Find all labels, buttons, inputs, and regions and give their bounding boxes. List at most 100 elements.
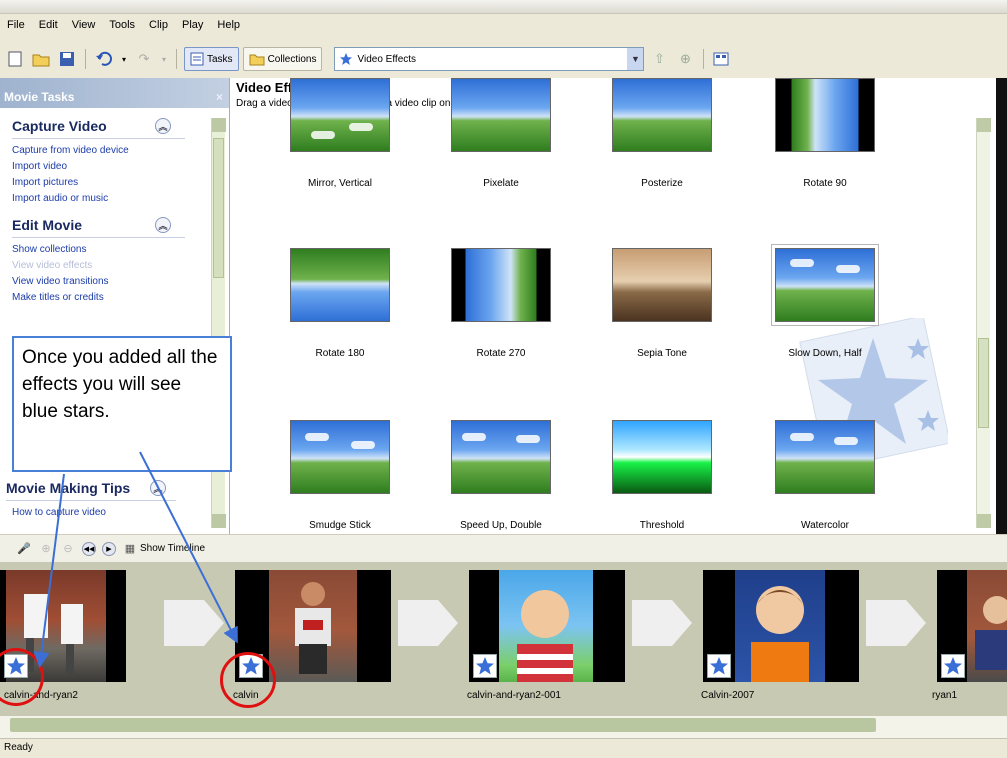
close-icon[interactable]: × bbox=[216, 90, 223, 104]
zoom-out-icon[interactable]: ⊖ bbox=[60, 541, 76, 557]
menu-tools[interactable]: Tools bbox=[102, 19, 142, 31]
save-project-icon[interactable] bbox=[56, 48, 78, 70]
link-view-video-effects: View video effects bbox=[12, 260, 93, 271]
tasks-button-label: Tasks bbox=[207, 53, 233, 65]
effect-threshold[interactable]: Threshold bbox=[587, 420, 737, 531]
link-view-video-transitions[interactable]: View video transitions bbox=[12, 274, 229, 290]
toolbar-separator bbox=[85, 49, 86, 69]
scroll-up-button[interactable] bbox=[212, 118, 226, 132]
scroll-down-button[interactable] bbox=[977, 514, 991, 528]
undo-icon[interactable] bbox=[93, 48, 115, 70]
scroll-thumb[interactable] bbox=[10, 718, 876, 732]
movie-making-tips-title[interactable]: Movie Making Tips ︽ bbox=[6, 480, 216, 496]
tasks-button[interactable]: Tasks bbox=[184, 47, 239, 71]
menu-view[interactable]: View bbox=[65, 19, 103, 31]
effect-thumbnail bbox=[290, 248, 390, 322]
effect-rotate-180[interactable]: Rotate 180 bbox=[265, 248, 415, 359]
effect-slow-down-half[interactable]: Slow Down, Half bbox=[750, 244, 900, 359]
collapse-chevron-icon[interactable]: ︽ bbox=[150, 480, 166, 496]
scroll-thumb[interactable] bbox=[978, 338, 989, 428]
menu-clip[interactable]: Clip bbox=[142, 19, 175, 31]
new-project-icon[interactable] bbox=[4, 48, 26, 70]
scroll-thumb[interactable] bbox=[213, 138, 224, 278]
transition-slot[interactable] bbox=[164, 600, 224, 646]
collection-up-icon[interactable]: ⇧ bbox=[648, 48, 670, 70]
effect-label: Sepia Tone bbox=[637, 348, 687, 359]
preview-monitor-edge bbox=[996, 78, 1007, 534]
storyboard-horizontal-scrollbar[interactable] bbox=[0, 716, 1007, 738]
capture-video-title-text: Capture Video bbox=[12, 118, 107, 134]
effect-mirror-vertical[interactable]: Mirror, Vertical bbox=[265, 78, 415, 189]
main-toolbar: ▾ ↷ ▾ Tasks Collections Video Effects ▼ … bbox=[0, 42, 1007, 76]
effect-rotate-90[interactable]: Rotate 90 bbox=[750, 78, 900, 189]
effect-rotate-270[interactable]: Rotate 270 bbox=[426, 248, 576, 359]
menu-edit[interactable]: Edit bbox=[32, 19, 65, 31]
redo-icon[interactable]: ↷ bbox=[133, 48, 155, 70]
effect-pixelate[interactable]: Pixelate bbox=[426, 78, 576, 189]
rewind-storyboard-icon[interactable]: ◀◀ bbox=[82, 541, 96, 556]
link-import-audio[interactable]: Import audio or music bbox=[12, 191, 229, 207]
effect-star-icon bbox=[707, 654, 731, 678]
effect-smudge-stick[interactable]: Smudge Stick bbox=[265, 420, 415, 531]
scroll-down-button[interactable] bbox=[212, 514, 226, 528]
clip-thumbnail bbox=[499, 570, 593, 682]
clip-name: ryan1 bbox=[932, 690, 958, 701]
link-import-pictures[interactable]: Import pictures bbox=[12, 175, 229, 191]
menu-file[interactable]: File bbox=[0, 19, 32, 31]
link-import-video[interactable]: Import video bbox=[12, 159, 229, 175]
transition-slot[interactable] bbox=[398, 600, 458, 646]
effect-label: Speed Up, Double bbox=[460, 520, 542, 531]
views-icon[interactable] bbox=[711, 48, 733, 70]
capture-video-title[interactable]: Capture Video ︽ bbox=[12, 118, 229, 134]
effect-thumbnail bbox=[451, 78, 551, 152]
annotation-callout-text: Once you added all the effects you will … bbox=[22, 347, 218, 422]
effect-label: Watercolor bbox=[801, 520, 849, 531]
movie-tasks-title: Movie Tasks bbox=[4, 90, 75, 104]
effects-scrollbar[interactable] bbox=[976, 118, 991, 528]
new-collection-icon[interactable]: ⊕ bbox=[674, 48, 696, 70]
link-capture-from-device[interactable]: Capture from video device bbox=[12, 143, 229, 159]
redo-dropdown-icon[interactable]: ▾ bbox=[159, 48, 169, 70]
show-timeline-button[interactable]: Show Timeline bbox=[140, 543, 205, 554]
effect-speed-up-double[interactable]: Speed Up, Double bbox=[426, 420, 576, 531]
zoom-in-icon[interactable]: ⊕ bbox=[38, 541, 54, 557]
transition-slot[interactable] bbox=[632, 600, 692, 646]
collections-button[interactable]: Collections bbox=[242, 47, 323, 71]
tasks-icon bbox=[190, 52, 204, 66]
video-effects-pane: Video Effects Drag a video effect and dr… bbox=[230, 78, 996, 534]
effect-label: Pixelate bbox=[483, 178, 519, 189]
link-show-collections[interactable]: Show collections bbox=[12, 242, 229, 258]
open-project-icon[interactable] bbox=[30, 48, 52, 70]
effect-thumbnail bbox=[290, 420, 390, 494]
effect-sepia-tone[interactable]: Sepia Tone bbox=[587, 248, 737, 359]
menu-play[interactable]: Play bbox=[175, 19, 210, 31]
status-text: Ready bbox=[4, 742, 33, 753]
play-storyboard-icon[interactable]: ▶ bbox=[102, 541, 116, 556]
menu-help[interactable]: Help bbox=[210, 19, 247, 31]
chevron-down-icon[interactable]: ▼ bbox=[627, 48, 644, 70]
storyboard-clip[interactable] bbox=[469, 570, 625, 682]
storyboard-toolbar: 🎤 ⊕ ⊖ ◀◀ ▶ ▦ Show Timeline bbox=[0, 534, 1007, 562]
capture-video-section: Capture Video ︽ Capture from video devic… bbox=[0, 118, 229, 207]
effect-thumbnail bbox=[775, 420, 875, 494]
effect-posterize[interactable]: Posterize bbox=[587, 78, 737, 189]
location-dropdown-value: Video Effects bbox=[357, 53, 417, 65]
collapse-chevron-icon[interactable]: ︽ bbox=[155, 118, 171, 134]
menu-bar: File Edit View Tools Clip Play Help bbox=[0, 14, 1007, 36]
clip-thumbnail bbox=[269, 570, 357, 682]
scroll-up-button[interactable] bbox=[977, 118, 991, 132]
storyboard-clip[interactable] bbox=[937, 570, 1007, 682]
link-how-to-capture[interactable]: How to capture video bbox=[6, 505, 216, 521]
transition-slot[interactable] bbox=[866, 600, 926, 646]
link-make-titles[interactable]: Make titles or credits bbox=[12, 290, 229, 306]
edit-movie-title[interactable]: Edit Movie ︽ bbox=[12, 217, 229, 233]
collapse-chevron-icon[interactable]: ︽ bbox=[155, 217, 171, 233]
effect-thumbnail bbox=[612, 420, 712, 494]
timeline-icon[interactable]: ▦ bbox=[122, 541, 138, 557]
narrate-microphone-icon[interactable]: 🎤 bbox=[16, 541, 32, 557]
effect-watercolor[interactable]: Watercolor bbox=[750, 420, 900, 531]
location-dropdown[interactable]: Video Effects ▼ bbox=[334, 47, 645, 71]
storyboard-clip[interactable] bbox=[703, 570, 859, 682]
undo-dropdown-icon[interactable]: ▾ bbox=[119, 48, 129, 70]
effect-thumbnail bbox=[451, 248, 551, 322]
